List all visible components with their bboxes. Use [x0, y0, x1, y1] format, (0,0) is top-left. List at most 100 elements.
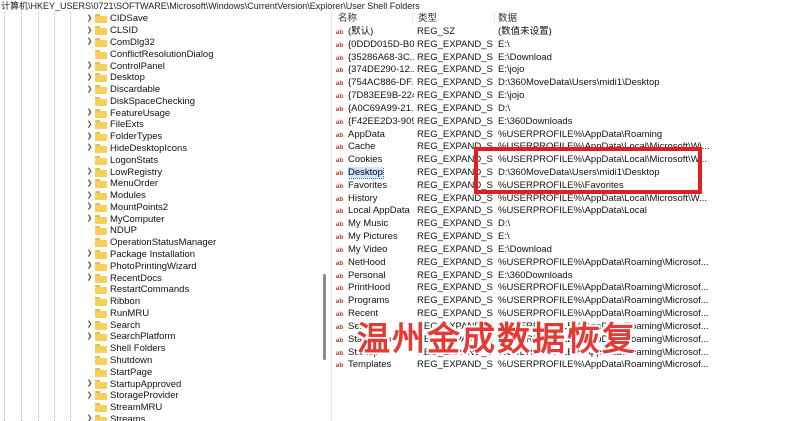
tree-item[interactable]: ❯ PhotoPrintingWizard: [85, 260, 197, 272]
tree-item[interactable]: ❯ CIDSave: [85, 13, 148, 25]
string-value-icon: ab: [334, 335, 345, 345]
folder-icon: [95, 61, 107, 71]
tree-item[interactable]: ❯ StorageProvider: [85, 390, 179, 402]
registry-value-row[interactable]: ab{7D83EE9B-224...REG_EXPAND_SZ E:\jojo: [334, 90, 800, 103]
registry-value-row[interactable]: ab {A0C69A99-21... REG_EXPAND_SZ D:\: [334, 103, 800, 116]
tree-item[interactable]: Shutdown: [85, 355, 152, 367]
pane-splitter[interactable]: [331, 12, 332, 421]
folder-icon: [95, 214, 107, 224]
registry-value-row[interactable]: ab Templates REG_EXPAND_SZ %USERPROFILE%\Ap…: [334, 359, 800, 372]
string-value-icon: ab: [334, 117, 345, 127]
chevron-right-icon[interactable]: ❯: [85, 14, 94, 24]
tree-item[interactable]: Ribbon: [85, 296, 140, 308]
chevron-right-icon[interactable]: ❯: [85, 108, 94, 118]
tree-item[interactable]: ❯ SearchPlatform: [85, 331, 176, 343]
tree-item[interactable]: NDUP: [85, 225, 137, 237]
registry-value-row[interactable]: ab My Pictures REG_EXPAND_SZ E:\: [334, 231, 800, 244]
tree-item[interactable]: ❯ Modules: [85, 190, 146, 202]
registry-value-row[interactable]: ab{0DDD015D-B0...REG_EXPAND_SZ E:\: [334, 39, 800, 52]
tree-item-label: Package Installation: [110, 248, 196, 260]
tree-item[interactable]: ❯ Package Installation: [85, 249, 195, 261]
folder-icon: [95, 320, 107, 330]
string-value-icon: ab: [334, 143, 345, 153]
tree-item[interactable]: ❯ FolderTypes: [85, 131, 163, 143]
column-divider[interactable]: [412, 12, 413, 25]
tree-item[interactable]: ❯ ComDlg32: [85, 37, 155, 49]
tree-scrollbar-thumb[interactable]: [323, 274, 326, 360]
chevron-right-icon[interactable]: ❯: [85, 273, 94, 283]
registry-value-row[interactable]: ab Personal REG_EXPAND_SZ E:\360Downloads: [334, 270, 800, 283]
tree-item[interactable]: DiskSpaceChecking: [85, 95, 195, 107]
address-bar[interactable]: 计算机\HKEY_USERS\0721\SOFTWARE\Microsoft\W…: [0, 0, 800, 12]
chevron-right-icon[interactable]: ❯: [85, 191, 94, 201]
chevron-right-icon[interactable]: ❯: [85, 73, 94, 83]
chevron-right-icon[interactable]: ❯: [85, 379, 94, 389]
value-name-cell: Favorites: [348, 180, 414, 193]
chevron-right-icon[interactable]: ❯: [85, 214, 94, 224]
tree-scrollbar[interactable]: [320, 12, 329, 421]
tree-item[interactable]: OperationStatusManager: [85, 237, 216, 249]
tree-item[interactable]: Shell Folders: [85, 343, 165, 355]
tree-item[interactable]: ❯ MyComputer: [85, 213, 165, 225]
tree-item[interactable]: ConflictResolutionDialog: [85, 48, 214, 60]
chevron-right-icon[interactable]: ❯: [85, 414, 94, 421]
registry-value-row[interactable]: ab My Music REG_EXPAND_SZ D:\: [334, 218, 800, 231]
tree-item[interactable]: ❯ MenuOrder: [85, 178, 159, 190]
tree-item[interactable]: ❯ StartupApproved: [85, 378, 182, 390]
value-data-cell: %USERPROFILE%\AppData\Roaming\Microsof..…: [498, 359, 709, 371]
registry-value-row[interactable]: ab PrintHood REG_EXPAND_SZ %USERPROFILE%\Ap…: [334, 282, 800, 295]
registry-value-row[interactable]: ab My Video REG_EXPAND_SZ E:\Download: [334, 244, 800, 257]
registry-value-row[interactable]: ab NetHood REG_EXPAND_SZ %USERPROFILE%\AppD…: [334, 257, 800, 270]
registry-value-row[interactable]: ab (默认) REG_SZ (数值未设置): [334, 26, 800, 39]
string-value-icon: ab: [334, 233, 345, 243]
value-name-cell: {0DDD015D-B0...: [348, 39, 414, 52]
string-value-icon: ab: [334, 169, 345, 179]
tree-item[interactable]: RunMRU: [85, 308, 149, 320]
registry-value-row[interactable]: ab Programs REG_EXPAND_SZ %USERPROFILE%\App…: [334, 295, 800, 308]
chevron-right-icon[interactable]: ❯: [85, 167, 94, 177]
column-header-type[interactable]: 类型: [418, 12, 437, 26]
tree-item[interactable]: ❯ HideDesktopIcons: [85, 143, 188, 155]
chevron-right-icon[interactable]: ❯: [85, 320, 94, 330]
chevron-right-icon[interactable]: ❯: [85, 120, 94, 130]
chevron-right-icon[interactable]: ❯: [85, 261, 94, 271]
chevron-right-icon[interactable]: ❯: [85, 132, 94, 142]
column-header-name[interactable]: 名称: [338, 12, 357, 26]
chevron-right-icon[interactable]: ❯: [85, 179, 94, 189]
tree-item[interactable]: ❯ CLSID: [85, 25, 138, 37]
tree-item[interactable]: ❯ ControlPanel: [85, 60, 165, 72]
registry-value-row[interactable]: ab History REG_EXPAND_SZ %USERPROFILE%\AppD…: [334, 193, 800, 206]
tree-item[interactable]: ❯ FeatureUsage: [85, 107, 171, 119]
tree-item[interactable]: ❯ Discardable: [85, 84, 161, 96]
registry-value-row[interactable]: ab {754AC886-DF... REG_EXPAND_SZ D:\360Move…: [334, 77, 800, 90]
tree-item[interactable]: ❯ LowRegistry: [85, 166, 163, 178]
chevron-right-icon[interactable]: ❯: [85, 37, 94, 47]
folder-icon: [95, 391, 107, 401]
chevron-right-icon[interactable]: ❯: [85, 249, 94, 259]
chevron-right-icon[interactable]: ❯: [85, 143, 94, 153]
tree-item[interactable]: ❯ RecentDocs: [85, 272, 162, 284]
tree-item[interactable]: ❯ Streams: [85, 414, 145, 421]
tree-item[interactable]: StreamMRU: [85, 402, 162, 414]
chevron-right-icon[interactable]: ❯: [85, 85, 94, 95]
tree-item[interactable]: StartPage: [85, 366, 152, 378]
registry-value-row[interactable]: ab{F42EE2D3-909...REG_EXPAND_SZ E:\360Dow…: [334, 116, 800, 129]
tree-item[interactable]: LogonStats: [85, 154, 158, 166]
tree-item[interactable]: ❯ Desktop: [85, 72, 145, 84]
tree-item[interactable]: RestartCommands: [85, 284, 189, 296]
chevron-right-icon[interactable]: ❯: [85, 26, 94, 36]
value-name: Programs: [348, 295, 390, 307]
tree-item[interactable]: ❯ FileExts: [85, 119, 144, 131]
registry-value-row[interactable]: ab {374DE290-12... REG_EXPAND_SZ E:\jojo: [334, 64, 800, 77]
chevron-right-icon[interactable]: ❯: [85, 202, 94, 212]
registry-value-row[interactable]: ab {35286A68-3C... REG_EXPAND_SZ E:\Downloa…: [334, 52, 800, 65]
column-header-data[interactable]: 数据: [498, 12, 517, 26]
chevron-right-icon[interactable]: ❯: [85, 61, 94, 71]
tree-item[interactable]: ❯ Search: [85, 319, 141, 331]
column-divider[interactable]: [494, 12, 495, 25]
chevron-right-icon[interactable]: ❯: [85, 391, 94, 401]
tree-item[interactable]: ❯ MountPoints2: [85, 201, 169, 213]
registry-value-row[interactable]: ab Local AppData REG_EXPAND_SZ %USERPROFILE…: [334, 205, 800, 218]
registry-value-row[interactable]: ab AppData REG_EXPAND_SZ %USERPROFILE%\AppD…: [334, 129, 800, 142]
chevron-right-icon[interactable]: ❯: [85, 332, 94, 342]
